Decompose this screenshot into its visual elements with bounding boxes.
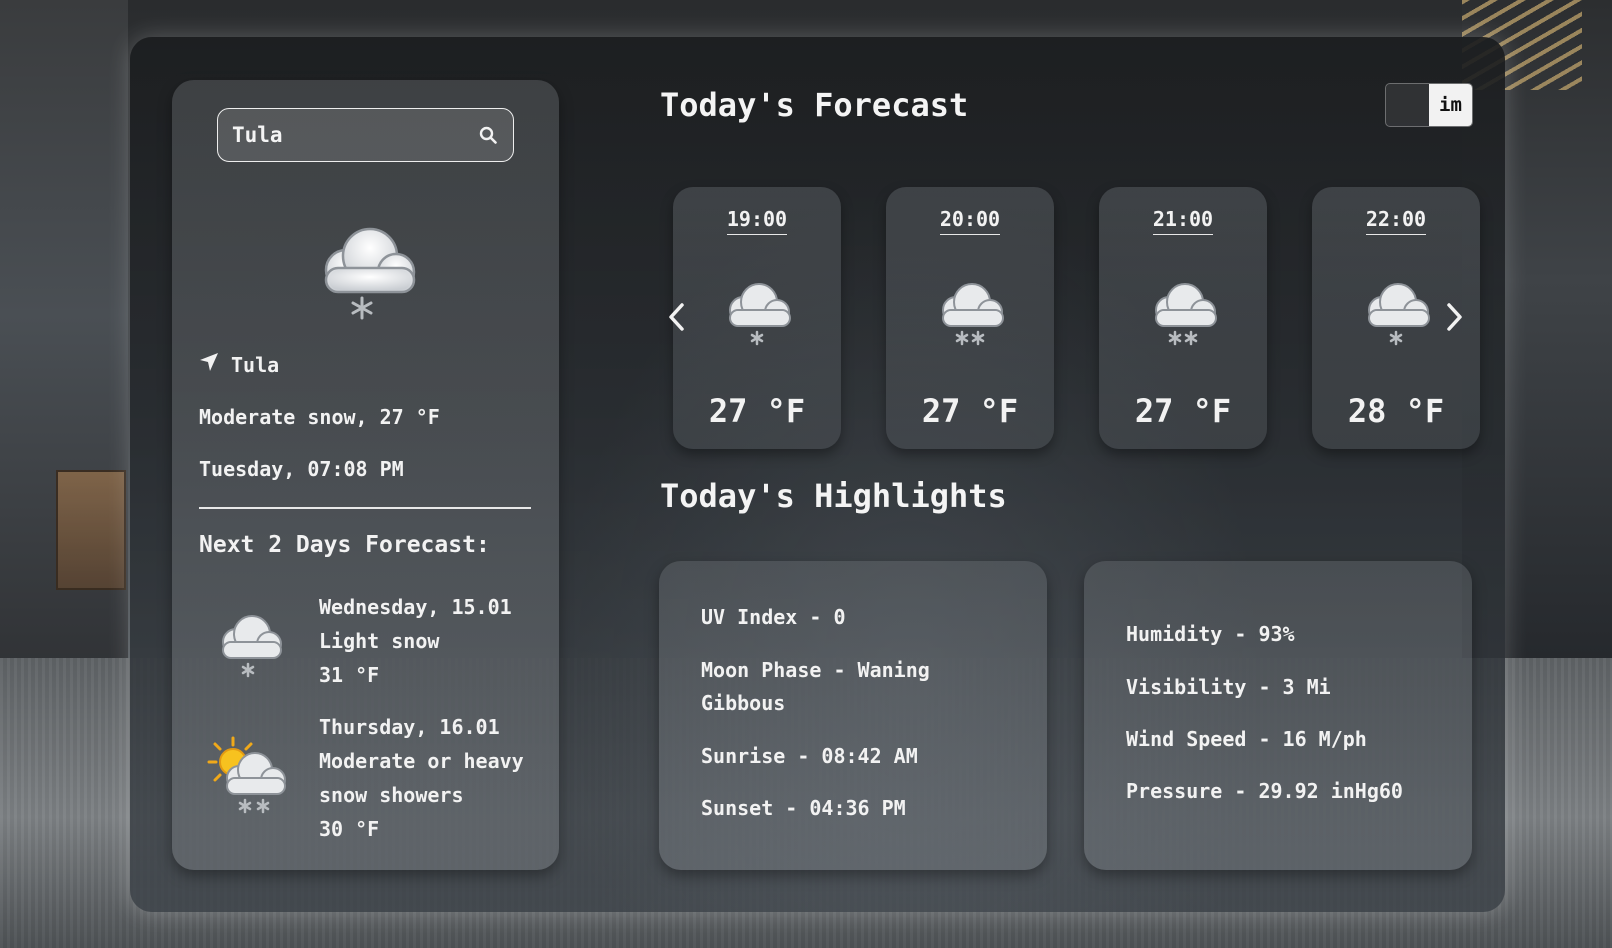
light-snow-icon: [719, 282, 795, 356]
unit-toggle[interactable]: im: [1385, 83, 1473, 127]
humidity: Humidity - 93%: [1126, 622, 1295, 646]
highlights-card-right: [1084, 561, 1472, 870]
moon-phase: Moon Phase - Waning: [701, 658, 930, 682]
next-days-title: Next 2 Days Forecast:: [199, 532, 490, 558]
current-condition: Moderate snow, 27 °F: [199, 405, 440, 429]
day-date: Wednesday, 15.01: [319, 595, 512, 619]
sunrise: Sunrise - 08:42 AM: [701, 744, 918, 768]
hour-temp: 27 °F: [1134, 392, 1232, 430]
search-value[interactable]: Tula: [232, 123, 477, 147]
chevron-left-icon[interactable]: [665, 300, 687, 334]
toggle-label[interactable]: im: [1429, 84, 1472, 126]
hour-card: 19:00 27 °F: [673, 187, 841, 449]
hour-card: 20:00 27 °F: [886, 187, 1054, 449]
wind-speed: Wind Speed - 16 M/ph: [1126, 727, 1367, 751]
hour-time: 19:00: [726, 207, 788, 235]
hour-temp: 27 °F: [708, 392, 806, 430]
pressure: Pressure - 29.92 inHg60: [1126, 779, 1403, 803]
moderate-snow-icon: [1145, 282, 1221, 356]
hour-time: 21:00: [1152, 207, 1214, 235]
sun-cloud-snow-icon: [205, 734, 291, 822]
chevron-right-icon[interactable]: [1444, 300, 1466, 334]
divider: [199, 507, 531, 509]
day-condition: Moderate or heavy: [319, 749, 524, 773]
current-city: Tula: [231, 352, 280, 377]
background-building-left: [0, 0, 128, 700]
day-temp: 31 °F: [319, 663, 380, 687]
background-signboard: [56, 470, 126, 590]
toggle-off-side[interactable]: [1386, 84, 1429, 126]
light-snow-icon: [1358, 282, 1434, 356]
hour-time: 22:00: [1365, 207, 1427, 235]
forecast-title: Today's Forecast: [660, 86, 969, 124]
hour-card: 21:00 27 °F: [1099, 187, 1267, 449]
uv-index: UV Index - 0: [701, 605, 846, 629]
snow-cloud-icon: [310, 218, 422, 324]
visibility: Visibility - 3 Mi: [1126, 675, 1331, 699]
moderate-snow-icon: [932, 282, 1008, 356]
current-datetime: Tuesday, 07:08 PM: [199, 457, 404, 481]
hour-temp: 28 °F: [1347, 392, 1445, 430]
current-location: Tula: [199, 352, 279, 377]
moon-phase-cont: Gibbous: [701, 691, 786, 715]
search-icon[interactable]: [477, 124, 499, 146]
day-condition: Light snow: [319, 629, 440, 653]
day-temp: 30 °F: [319, 817, 380, 841]
highlights-title: Today's Highlights: [660, 477, 1007, 515]
day-condition: snow showers: [319, 783, 464, 807]
hour-temp: 27 °F: [921, 392, 1019, 430]
sunset: Sunset - 04:36 PM: [701, 796, 906, 820]
light-snow-icon: [212, 612, 286, 686]
day-date: Thursday, 16.01: [319, 715, 500, 739]
location-arrow-icon: [199, 352, 219, 377]
hour-time: 20:00: [939, 207, 1001, 235]
city-search-input[interactable]: Tula: [217, 108, 514, 162]
